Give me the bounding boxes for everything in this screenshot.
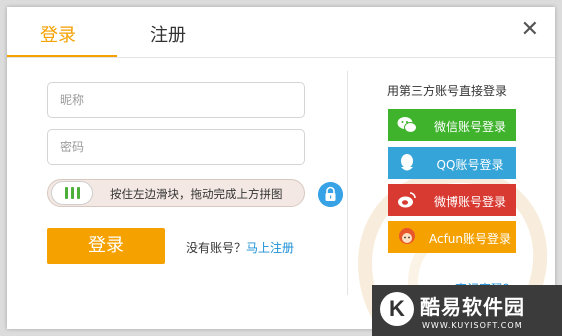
no-account-text: 没有账号？ (186, 241, 247, 255)
logo-name: 酷易软件园 (420, 295, 525, 319)
qq-login-button[interactable]: QQ账号登录 (388, 147, 516, 179)
lock-icon (318, 182, 343, 207)
tab-register[interactable]: 注册 (150, 21, 186, 47)
grip-icon (64, 187, 68, 199)
wechat-login-button[interactable]: 微信账号登录 (388, 109, 516, 141)
password-field[interactable] (47, 129, 305, 165)
logo-k-badge: K (380, 292, 414, 326)
password-input[interactable] (48, 130, 304, 164)
close-icon[interactable]: ✕ (521, 17, 539, 43)
site-watermark-logo: K 酷易软件园 WWW.KUYISOFT.COM (372, 285, 562, 336)
wechat-login-label: 微信账号登录 (433, 120, 506, 134)
acfun-icon (399, 228, 415, 244)
vertical-divider (347, 71, 348, 295)
acfun-login-button[interactable]: Acfun账号登录 (388, 221, 516, 253)
logo-url: WWW.KUYISOFT.COM (422, 321, 523, 330)
tab-login[interactable]: 登录 (40, 21, 76, 47)
weibo-icon (398, 192, 416, 208)
acfun-login-label: Acfun账号登录 (428, 232, 512, 246)
login-button[interactable]: 登录 (47, 228, 165, 264)
third-party-title: 用第三方账号直接登录 (387, 84, 508, 98)
no-account-prompt: 没有账号？马上注册 (186, 239, 294, 256)
wechat-icon (397, 117, 417, 133)
qq-login-label: QQ账号登录 (436, 158, 504, 172)
weibo-login-label: 微博账号登录 (433, 195, 506, 209)
weibo-login-button[interactable]: 微博账号登录 (388, 184, 516, 216)
qq-icon (401, 154, 413, 171)
slider-hint: 按住左边滑块，拖动完成上方拼图 (110, 187, 283, 201)
active-tab-indicator (7, 55, 117, 57)
nickname-input[interactable] (48, 83, 304, 117)
login-dialog: 登录 注册 ✕ 按住左边滑块，拖动完成上方拼图 登录 没有账号？马上注册 用第三… (7, 7, 555, 329)
tab-bar: 登录 注册 (7, 7, 555, 58)
slider-captcha[interactable]: 按住左边滑块，拖动完成上方拼图 (47, 179, 305, 207)
register-now-link[interactable]: 马上注册 (246, 241, 294, 255)
slider-handle[interactable] (51, 181, 93, 205)
nickname-field[interactable] (47, 82, 305, 118)
